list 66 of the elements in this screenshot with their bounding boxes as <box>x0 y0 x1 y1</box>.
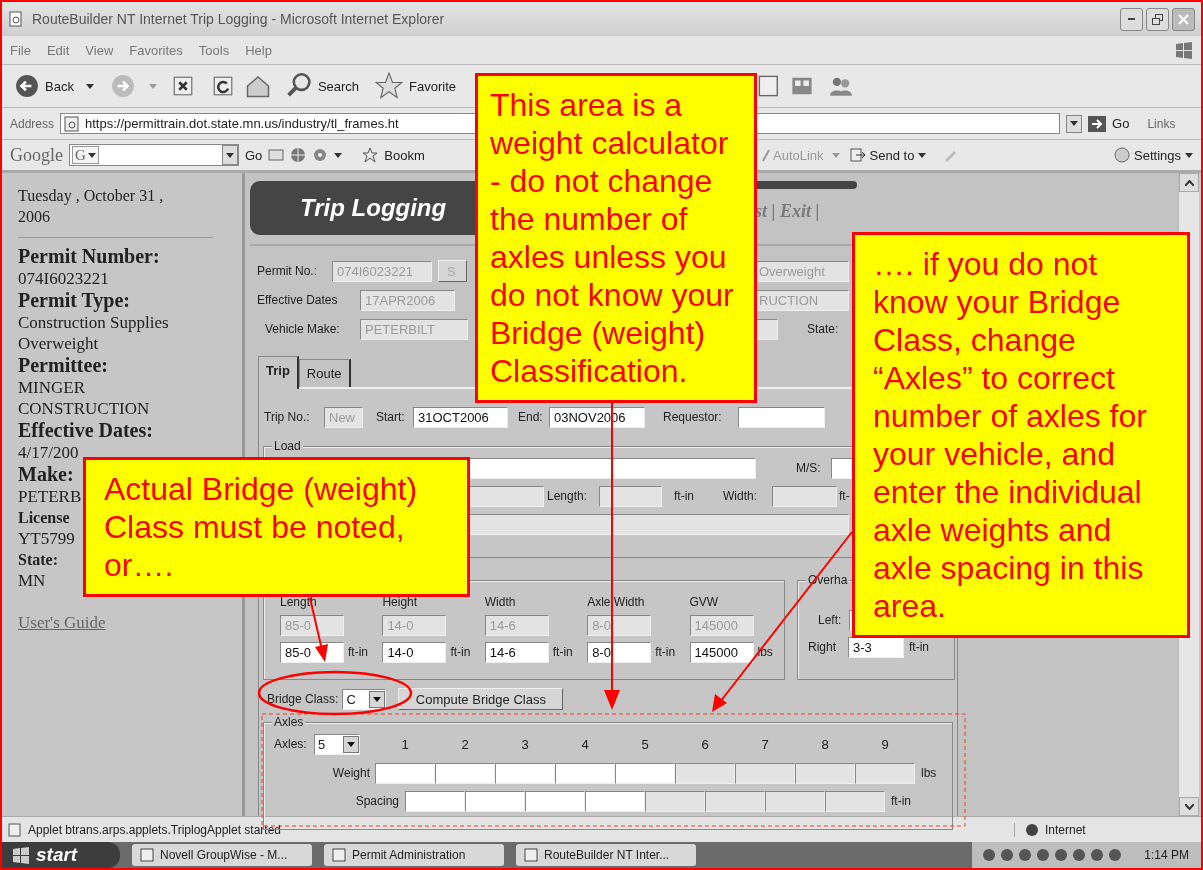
axles-label: Axles: <box>274 737 308 751</box>
page-title: Trip Logging <box>300 194 447 222</box>
weight-label: Weight <box>331 766 371 780</box>
unit-label: lbs <box>921 766 937 780</box>
axle-number: 2 <box>460 736 470 752</box>
axle-number: 9 <box>880 736 890 752</box>
vehicle-make-label: Vehicle Make: <box>265 322 341 336</box>
end-label: End: <box>518 410 544 424</box>
unit-label: ft-in <box>552 645 573 659</box>
axle-number: 3 <box>520 736 530 752</box>
axles-legend: Axles <box>272 715 306 729</box>
unit-label: ft-in <box>348 645 368 659</box>
address-label: Address <box>10 116 55 131</box>
field-value: PETERB <box>18 486 82 507</box>
left-label: Left: <box>818 613 843 627</box>
callout-tooltip: …. if you do not know your Bridge Class, change “Axles” to correct number of axles for your vehicle, and enter the individual axle weights and axle spacing in this area. <box>852 232 1190 638</box>
field-label: Make: <box>18 463 74 486</box>
field-value: MINGER CONSTRUCTION <box>18 377 151 419</box>
axle-number: 7 <box>760 736 770 752</box>
field-label: Permit Type: <box>18 289 130 312</box>
ms-label: M/S: <box>796 461 822 475</box>
column-header: Width <box>484 595 517 609</box>
field-value: 4/17/200 <box>18 442 79 463</box>
permit-no-label: Permit No.: <box>257 264 318 278</box>
width-label: Width: <box>723 489 758 503</box>
column-header: GVW <box>689 595 720 609</box>
field-label: Effective Dates: <box>18 419 153 442</box>
unit-label: ft-in <box>450 645 471 659</box>
callout-tooltip: This area is a weight calculator - do not change the number of axles unless you do not know your Bridge (weight) Classification. <box>475 73 757 403</box>
unit-label: ft- <box>839 489 850 503</box>
clock: 1:14 PM <box>1144 848 1189 862</box>
field-label: Permittee: <box>18 354 108 377</box>
unit-label: ft-in <box>674 489 695 503</box>
axle-number: 4 <box>580 736 590 752</box>
date-text: Tuesday , October 31 , 2006 <box>18 186 165 227</box>
column-header: Height <box>382 595 419 609</box>
axle-number: 1 <box>400 736 410 752</box>
axle-number: 6 <box>700 736 710 752</box>
load-legend: Load <box>272 439 303 453</box>
unit-label: ft-in <box>909 640 929 654</box>
field-value: Construction Supplies Overweight <box>18 312 170 354</box>
field-label: Permit Number: <box>18 245 160 268</box>
zone-text: Internet <box>1045 822 1086 837</box>
unit-label: ft-in <box>891 794 911 808</box>
window-title: RouteBuilder NT Internet Trip Logging - Microsoft Internet Explorer <box>32 11 446 27</box>
callout-tooltip: Actual Bridge (weight) Class must be noted, or…. <box>83 457 470 597</box>
field-label: State: <box>18 550 58 570</box>
unit-label: lbs <box>757 645 773 659</box>
unit-label: ft-in <box>655 645 676 659</box>
google-logo: Google <box>10 144 63 166</box>
column-header: Axle Width <box>587 595 646 609</box>
field-value: YT5799 <box>18 528 75 549</box>
field-label: License <box>18 508 70 528</box>
axle-number: 8 <box>820 736 830 752</box>
effective-dates-label: Effective Dates <box>257 293 339 307</box>
axle-number: 5 <box>640 736 650 752</box>
field-value: MN <box>18 570 46 591</box>
spacing-label: Spacing <box>354 794 400 808</box>
state-label: State: <box>807 322 839 336</box>
right-label: Right <box>808 640 837 654</box>
bridge-class-label: Bridge Class: <box>267 692 339 706</box>
field-value: 074I6023221 <box>18 268 109 289</box>
trip-no-label: Trip No.: <box>264 410 311 424</box>
start-label: Start: <box>376 410 406 424</box>
length-label: Length: <box>547 489 589 503</box>
requestor-label: Requestor: <box>663 410 723 424</box>
